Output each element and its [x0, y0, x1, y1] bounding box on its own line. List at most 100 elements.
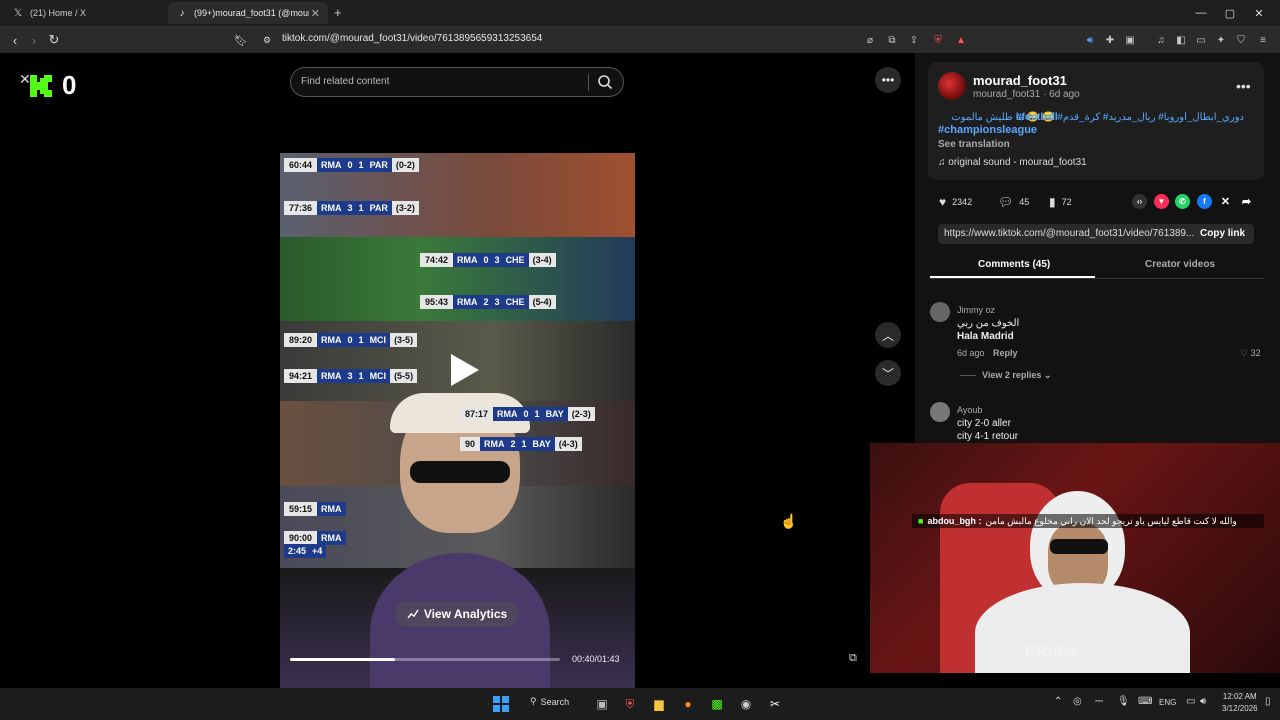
keyboard-icon[interactable]: ⌨	[1138, 696, 1152, 707]
view-replies-button[interactable]: View 2 replies ⌄	[982, 370, 1051, 381]
search-input[interactable]: Find related content	[290, 67, 624, 97]
extensions-icon[interactable]: ✚	[1102, 32, 1118, 48]
tab-creator-videos[interactable]: Creator videos	[1145, 259, 1215, 270]
file-explorer-icon[interactable]: ▆	[649, 694, 669, 714]
tiktok-icon: ♪	[179, 7, 185, 19]
windows-start-icon[interactable]	[491, 694, 511, 714]
taskbar-search[interactable]: ⚲ Search	[530, 696, 569, 707]
task-view-icon[interactable]: ▣	[592, 694, 612, 714]
back-icon[interactable]: ‹	[5, 30, 25, 50]
obs-icon[interactable]: ◉	[736, 694, 756, 714]
view-analytics-button[interactable]: View Analytics	[395, 601, 519, 627]
volume-icon[interactable]: 🔊︎	[1200, 696, 1206, 707]
close-tab-icon[interactable]: ✕	[311, 7, 320, 20]
video-progress-bar[interactable]	[290, 658, 560, 661]
embed-icon[interactable]: ‹›	[1132, 194, 1147, 209]
notification-icon[interactable]: ▯	[1265, 696, 1271, 707]
avatar[interactable]	[938, 72, 966, 100]
hand-cursor-icon: ☝	[780, 513, 798, 529]
repost-icon[interactable]: ▼	[1154, 194, 1169, 209]
heart-outline-icon: ♡	[1240, 348, 1251, 358]
tab-x-home[interactable]: 𝕏 (21) Home / X	[4, 2, 169, 24]
scoreboard-extra: 2:45 +4	[284, 544, 327, 558]
tab-comments[interactable]: Comments (45)	[978, 259, 1050, 270]
usb-icon[interactable]: ⎓	[1095, 696, 1103, 707]
comment-like[interactable]: ♡ 32	[1240, 348, 1261, 359]
video-time: 00:40/01:43	[572, 654, 620, 664]
more-options-icon[interactable]: •••	[875, 67, 901, 93]
save-button[interactable]: ▮ 72	[1049, 195, 1072, 209]
see-translation-link[interactable]: See translation	[938, 139, 1010, 150]
hashtag-football[interactable]: #football	[1016, 111, 1058, 124]
forward-icon[interactable]: ›	[24, 30, 44, 50]
next-video-icon[interactable]: ﹀	[875, 360, 901, 386]
save-count: 72	[1061, 197, 1072, 207]
reply-button[interactable]: Reply	[993, 348, 1018, 358]
search-placeholder: Find related content	[301, 76, 390, 87]
facebook-icon[interactable]: f	[1197, 194, 1212, 209]
sound-link[interactable]: ♫ original sound - mourad_foot31	[938, 157, 1087, 168]
comment-text: الخوف من ربي	[957, 318, 1020, 329]
caption-arabic: دوري_ابطال_اوروبا# ريال_مدريد# كرة_قدم# …	[951, 112, 1244, 123]
post-more-icon[interactable]: •••	[1236, 78, 1251, 94]
copy-link-button[interactable]: Copy link	[1200, 228, 1245, 239]
maximize-icon[interactable]: ▢	[1215, 4, 1245, 22]
comment-button[interactable]: 💬︎ 45	[998, 195, 1029, 209]
app-icon[interactable]: ▩	[707, 694, 727, 714]
taskbar-clock[interactable]: 12:02 AM 3/12/2026	[1222, 691, 1258, 715]
like-button[interactable]: ♥ 2342	[939, 195, 972, 209]
language-indicator[interactable]: ENG	[1159, 698, 1176, 707]
scoreboard: 60:44 RMA 0 1 PAR (0-2)	[284, 158, 419, 172]
sidebar-icon[interactable]: ◧	[1173, 32, 1189, 48]
x-share-icon[interactable]: ✕	[1218, 194, 1233, 209]
tray-app-icon[interactable]: ◎	[1073, 696, 1082, 707]
comment-text: Hala Madrid	[957, 331, 1014, 342]
firefox-icon[interactable]: ●	[678, 694, 698, 714]
media-icon[interactable]: ♫	[1153, 32, 1169, 48]
monitor-icon[interactable]: ▭	[1186, 696, 1195, 707]
capcut-icon[interactable]: ✂	[765, 694, 785, 714]
streamer-hoodie	[975, 583, 1190, 673]
share-arrow-icon[interactable]: ➦	[1239, 194, 1254, 209]
new-tab-button[interactable]: +	[334, 5, 342, 20]
vpn-icon[interactable]: ⛉	[1233, 32, 1249, 48]
tray-expand-icon[interactable]: ⌃	[1054, 696, 1062, 707]
scoreboard: 74:42 RMA 0 3 CHE (3-4)	[420, 253, 556, 267]
screenshot-icon[interactable]: ▣	[1122, 32, 1138, 48]
previous-video-icon[interactable]: ︿	[875, 322, 901, 348]
reload-icon[interactable]: ↻	[44, 30, 64, 50]
audio-icon[interactable]: 🔊︎	[1082, 32, 1098, 48]
bookmark-icon[interactable]: 🔖︎	[231, 30, 251, 50]
comment-text: city 2-0 aller	[957, 418, 1011, 429]
share-icon[interactable]: ⇪	[906, 32, 922, 48]
brave-shield-icon[interactable]: ⛨	[930, 32, 946, 48]
tab-tiktok[interactable]: ♪ (99+)mourad_foot31 (@mourad ✕	[168, 2, 328, 24]
window-close-icon[interactable]: ✕	[1244, 4, 1274, 22]
site-info-icon[interactable]: ⚙	[257, 30, 277, 50]
search-icon[interactable]	[597, 74, 613, 90]
rewards-icon[interactable]: ▲	[953, 32, 969, 48]
whatsapp-icon[interactable]: ✆	[1175, 194, 1190, 209]
microphone-icon[interactable]: 🎙︎	[1117, 696, 1130, 707]
open-external-icon[interactable]: ⧉	[884, 32, 900, 48]
tab-label: (99+)mourad_foot31 (@mourad	[194, 8, 309, 18]
wallet-icon[interactable]: ▭	[1193, 32, 1209, 48]
leo-icon[interactable]: ✦	[1213, 32, 1229, 48]
hashtag-championsleague[interactable]: #championsleague	[938, 124, 1037, 136]
avatar[interactable]	[930, 402, 950, 422]
bookmark-icon: ▮	[1049, 195, 1056, 209]
comment-username[interactable]: Ayoub	[957, 405, 982, 415]
mini-player-icon[interactable]: ⧉	[849, 652, 857, 665]
avatar[interactable]	[930, 302, 950, 322]
address-bar[interactable]: tiktok.com/@mourad_foot31/video/76138956…	[282, 33, 542, 44]
author-name[interactable]: mourad_foot31	[973, 73, 1067, 88]
play-icon[interactable]	[443, 350, 483, 390]
brave-browser-icon[interactable]: ⛨	[620, 694, 640, 714]
post-link[interactable]: https://www.tiktok.com/@mourad_foot31/vi…	[944, 228, 1194, 239]
taskbar: ⚲ Search ▣ ⛨ ▆ ● ▩ ◉ ✂ ⌃ ◎ ⎓ 🎙︎ ⌨ ENG ▭ …	[0, 688, 1280, 720]
menu-icon[interactable]: ≡	[1255, 32, 1271, 48]
minimize-icon[interactable]: —	[1186, 4, 1216, 22]
search-divider	[588, 74, 589, 91]
no-camera-icon[interactable]: ⌀	[862, 32, 878, 48]
comment-username[interactable]: Jimmy oz	[957, 305, 995, 315]
